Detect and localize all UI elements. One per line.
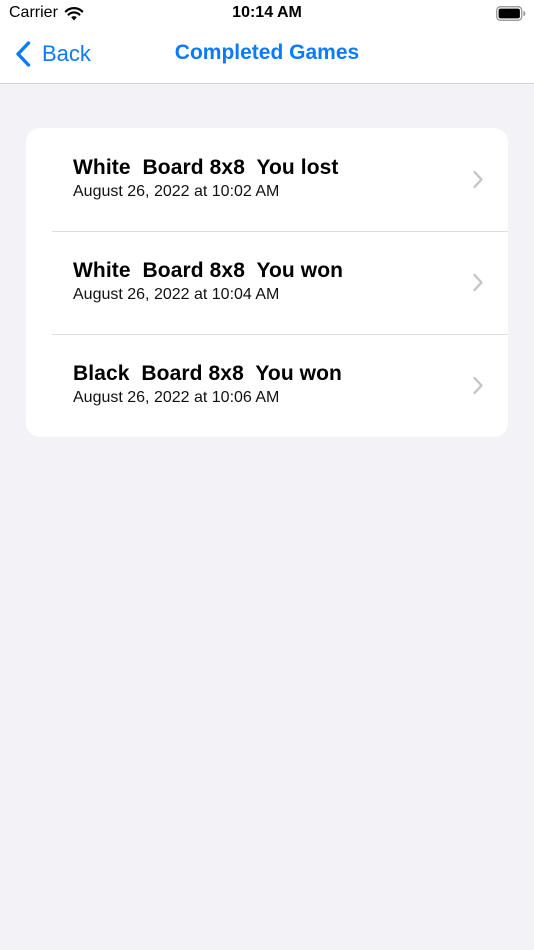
chevron-right-icon	[473, 273, 483, 292]
status-time: 10:14 AM	[232, 4, 302, 21]
game-row[interactable]: Black Board 8x8 You won August 26, 2022 …	[26, 334, 508, 437]
navigation-bar: Back Completed Games	[0, 28, 534, 84]
game-date: August 26, 2022 at 10:04 AM	[73, 286, 280, 303]
game-title: Black Board 8x8 You won	[73, 362, 342, 385]
game-row[interactable]: White Board 8x8 You lost August 26, 2022…	[26, 128, 508, 231]
chevron-right-icon	[473, 170, 483, 189]
game-title: White Board 8x8 You lost	[73, 156, 339, 179]
game-row[interactable]: White Board 8x8 You won August 26, 2022 …	[26, 231, 508, 334]
page-title: Completed Games	[174, 41, 360, 64]
game-title: White Board 8x8 You won	[73, 259, 344, 282]
battery-icon	[496, 6, 526, 21]
game-date: August 26, 2022 at 10:06 AM	[73, 389, 280, 406]
status-bar: Carrier 10:14 AM	[0, 0, 534, 28]
game-date: August 26, 2022 at 10:02 AM	[73, 183, 280, 200]
completed-games-list: White Board 8x8 You lost August 26, 2022…	[26, 128, 508, 437]
chevron-right-icon	[473, 376, 483, 395]
